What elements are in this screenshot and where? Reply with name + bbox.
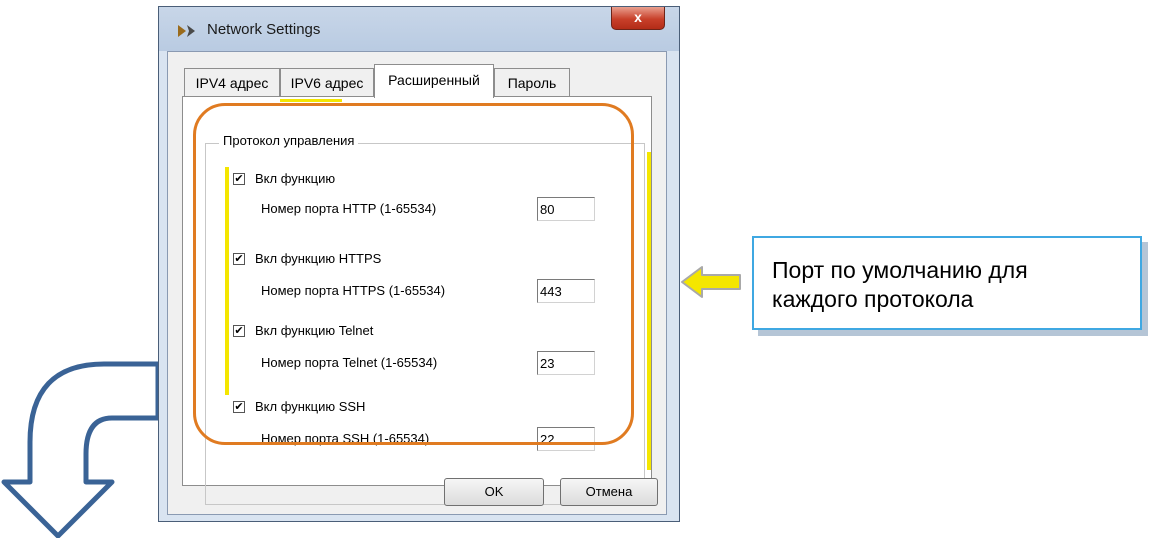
- cancel-button[interactable]: Отмена: [560, 478, 658, 506]
- window-title: Network Settings: [207, 21, 321, 38]
- tab-advanced[interactable]: Расширенный: [374, 64, 494, 98]
- tab-ipv6-label: IPV6 адрес: [290, 75, 364, 91]
- tab-ipv6[interactable]: IPV6 адрес: [280, 68, 374, 96]
- ok-button[interactable]: OK: [444, 478, 544, 506]
- tab-password-label: Пароль: [507, 75, 557, 91]
- tab-ipv4-label: IPV4 адрес: [195, 75, 269, 91]
- curved-down-arrow-icon: [1, 361, 161, 538]
- callout-text: Порт по умолчанию для каждого протокола: [772, 256, 1028, 314]
- app-chevron-icon: [178, 25, 195, 37]
- close-button[interactable]: x: [611, 7, 665, 30]
- highlight-ring: [193, 103, 634, 445]
- tab-password[interactable]: Пароль: [494, 68, 570, 96]
- callout-line-2: каждого протокола: [772, 286, 974, 312]
- title-bar: Network Settings x: [159, 7, 679, 51]
- tab-advanced-label: Расширенный: [388, 72, 480, 88]
- callout-box: Порт по умолчанию для каждого протокола: [752, 236, 1142, 330]
- close-icon: x: [634, 9, 642, 25]
- tab-ipv4[interactable]: IPV4 адрес: [184, 68, 280, 96]
- yellow-marker-right: [647, 152, 651, 470]
- yellow-arrow-icon: [681, 266, 741, 298]
- callout-line-1: Порт по умолчанию для: [772, 257, 1028, 283]
- tab-ipv6-highlight: [280, 99, 342, 102]
